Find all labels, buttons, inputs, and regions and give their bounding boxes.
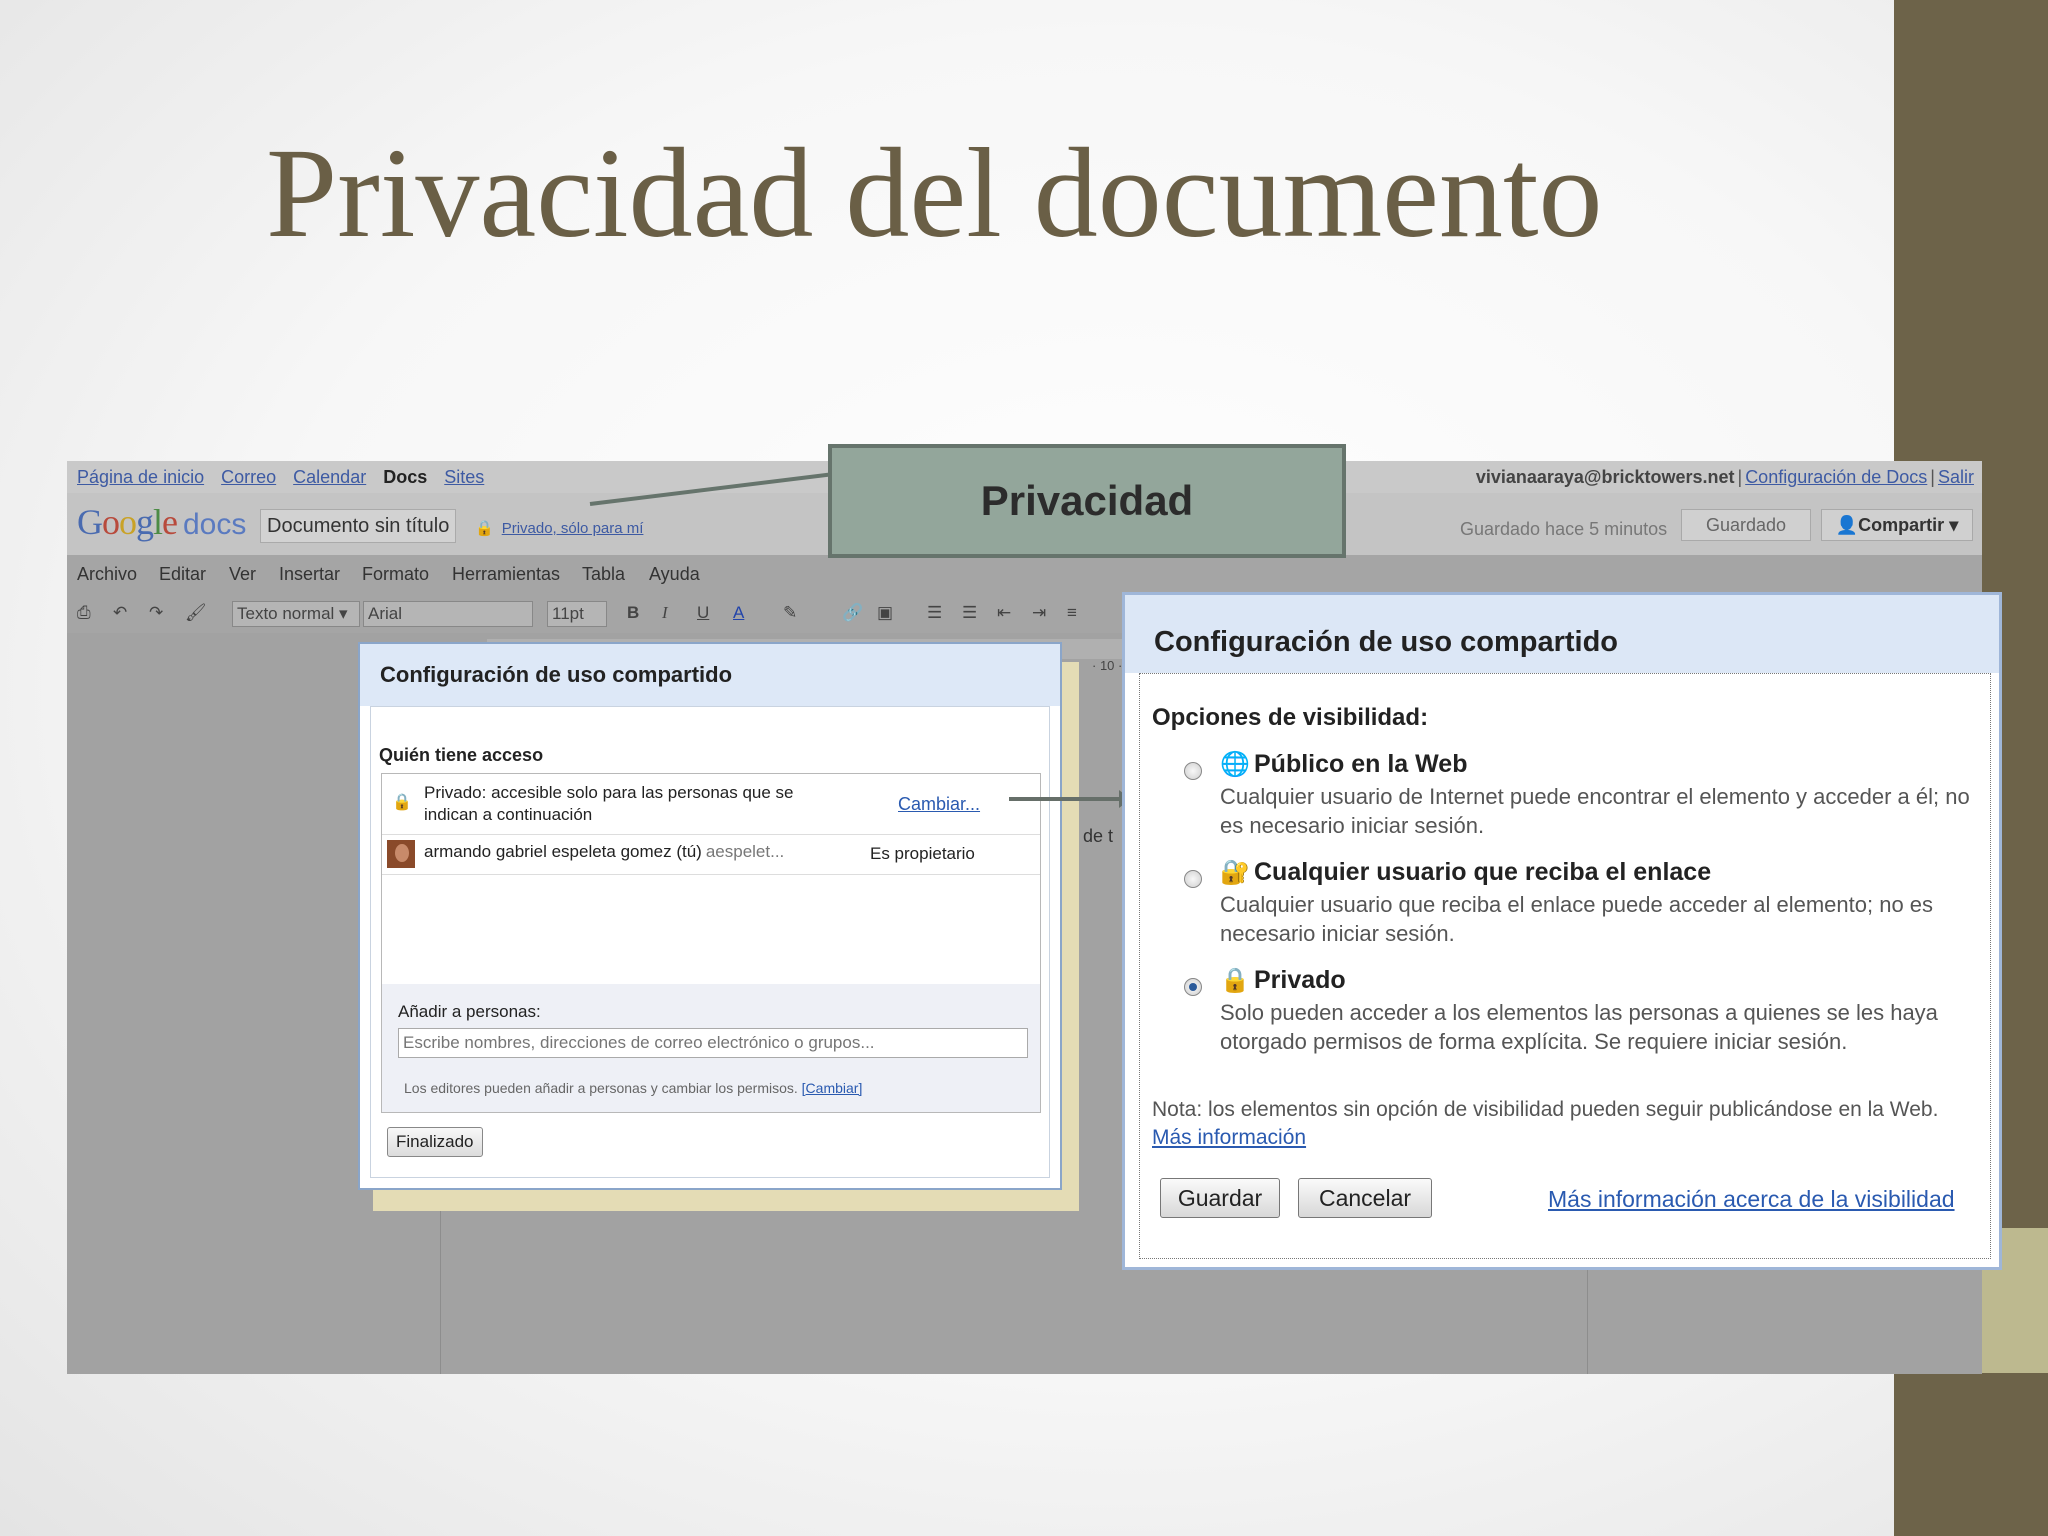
logout-link[interactable]: Salir xyxy=(1938,467,1974,487)
menu-archivo[interactable]: Archivo xyxy=(77,555,137,593)
add-people-input[interactable] xyxy=(398,1028,1028,1058)
editors-note: Los editores pueden añadir a personas y … xyxy=(404,1080,863,1096)
option-description: Solo pueden acceder a los elementos las … xyxy=(1220,1000,1938,1054)
bullet-list-icon[interactable]: ☰ xyxy=(962,601,977,625)
font-select[interactable]: Arial xyxy=(363,601,533,627)
menu-formato[interactable]: Formato xyxy=(362,555,429,593)
menu-herramientas[interactable]: Herramientas xyxy=(452,555,560,593)
menu-ayuda[interactable]: Ayuda xyxy=(649,555,700,593)
visibility-dialog-body: Opciones de visibilidad: 🌐 Público en la… xyxy=(1139,673,1991,1259)
visibility-options-label: Opciones de visibilidad: xyxy=(1152,704,1429,731)
nav-sites-link[interactable]: Sites xyxy=(444,467,484,487)
align-left-icon[interactable]: ≡ xyxy=(1067,601,1077,625)
arrow-pointer xyxy=(1009,790,1131,808)
save-button[interactable]: Guardar xyxy=(1160,1178,1280,1218)
docs-settings-link[interactable]: Configuración de Docs xyxy=(1745,467,1927,487)
add-people-label: Añadir a personas: xyxy=(398,1002,541,1021)
menu-ver[interactable]: Ver xyxy=(229,555,256,593)
decrease-indent-icon[interactable]: ⇤ xyxy=(997,601,1011,625)
globe-icon: 🌐 xyxy=(1220,751,1250,778)
radio-anyone-with-link[interactable] xyxy=(1184,870,1202,888)
document-text-peek: de t xyxy=(1083,826,1114,846)
option-title: Cualquier usuario que reciba el enlace xyxy=(1254,858,1712,886)
text-color-button[interactable]: A xyxy=(733,601,744,625)
menu-insertar[interactable]: Insertar xyxy=(279,555,340,593)
lock-icon: 🔒 xyxy=(475,520,494,537)
share-settings-dialog: Configuración de uso compartido Quién ti… xyxy=(358,642,1062,1190)
more-info-link[interactable]: Más información xyxy=(1152,1126,1306,1149)
nav-mail-link[interactable]: Correo xyxy=(221,467,276,487)
ruler-number: · 10 · xyxy=(1092,658,1123,673)
radio-private[interactable] xyxy=(1184,978,1202,996)
highlight-icon[interactable]: ✎ xyxy=(783,601,797,625)
nav-calendar-link[interactable]: Calendar xyxy=(293,467,366,487)
menu-bar: Archivo Editar Ver Insertar Formato Herr… xyxy=(67,555,1982,593)
option-description: Cualquier usuario que reciba el enlace p… xyxy=(1220,892,1934,946)
size-select[interactable]: 11pt xyxy=(547,601,607,627)
owner-name: armando gabriel espeleta gomez (tú) aespe… xyxy=(424,842,785,861)
numbered-list-icon[interactable]: ☰ xyxy=(927,601,942,625)
radio-public-web[interactable] xyxy=(1184,762,1202,780)
more-visibility-info-link[interactable]: Más información acerca de la visibilidad xyxy=(1548,1186,1955,1213)
privacy-callout: Privacidad xyxy=(828,444,1346,558)
share-person-icon: 👤 xyxy=(1835,515,1859,535)
change-privacy-link[interactable]: Cambiar... xyxy=(898,794,980,815)
nav-home-link[interactable]: Página de inicio xyxy=(77,467,204,487)
visibility-note: Nota: los elementos sin opción de visibi… xyxy=(1152,1098,1939,1149)
who-has-access-label: Quién tiene acceso xyxy=(379,745,544,765)
access-row-privacy: 🔒 Privado: accesible solo para las perso… xyxy=(382,774,1040,835)
dialog-body: Quién tiene acceso 🔒 Privado: accesible … xyxy=(370,706,1050,1178)
bold-button[interactable]: B xyxy=(627,601,639,625)
google-docs-logo: Google docs xyxy=(77,502,247,542)
link-icon[interactable]: 🔗 xyxy=(842,601,863,625)
menu-tabla[interactable]: Tabla xyxy=(582,555,625,593)
dialog-title: Configuración de uso compartido xyxy=(360,644,1060,706)
visibility-dialog: Configuración de uso compartido Opciones… xyxy=(1122,592,2002,1270)
visibility-dialog-title: Configuración de uso compartido xyxy=(1125,595,1999,673)
owner-role: Es propietario xyxy=(870,844,975,863)
privacy-link[interactable]: 🔒 Privado, sólo para mí xyxy=(475,519,643,537)
option-description: Cualquier usuario de Internet puede enco… xyxy=(1220,784,1970,838)
owner-email: aespelet... xyxy=(705,842,785,861)
option-title: Público en la Web xyxy=(1254,750,1468,778)
undo-icon[interactable]: ↶ xyxy=(113,601,127,625)
access-list: 🔒 Privado: accesible solo para las perso… xyxy=(381,773,1041,1113)
google-nav: Página de inicio Correo Calendar Docs Si… xyxy=(77,461,496,493)
avatar xyxy=(387,840,415,868)
account-email: vivianaaraya@bricktowers.net xyxy=(1475,467,1735,487)
lock-icon: 🔒 xyxy=(1220,967,1250,994)
lock-icon: 🔒 xyxy=(392,794,412,811)
add-people-section: Añadir a personas: Los editores pueden a… xyxy=(382,984,1040,1112)
redo-icon[interactable]: ↷ xyxy=(149,601,163,625)
account-area: vivianaaraya@bricktowers.net | Configuraci… xyxy=(1475,467,1974,487)
link-lock-icon: 🔐 xyxy=(1220,859,1250,886)
editors-change-link[interactable]: [Cambiar] xyxy=(802,1080,863,1096)
italic-button[interactable]: I xyxy=(662,601,668,625)
nav-docs-current: Docs xyxy=(383,467,428,487)
print-icon[interactable]: ⎙ xyxy=(77,601,91,625)
slide-title: Privacidad del documento xyxy=(266,122,1603,264)
paint-format-icon[interactable]: 🖌 xyxy=(185,601,207,625)
image-icon[interactable]: ▣ xyxy=(877,601,893,625)
menu-editar[interactable]: Editar xyxy=(159,555,206,593)
saved-status: Guardado hace 5 minutos xyxy=(1460,519,1668,539)
style-select[interactable]: Texto normal ▾ xyxy=(232,601,360,627)
increase-indent-icon[interactable]: ⇥ xyxy=(1032,601,1046,625)
share-button[interactable]: 👤Compartir ▾ xyxy=(1821,509,1973,541)
document-title[interactable]: Documento sin título xyxy=(260,509,457,543)
cancel-button[interactable]: Cancelar xyxy=(1298,1178,1432,1218)
privacy-description: Privado: accesible solo para las persona… xyxy=(424,783,794,824)
underline-button[interactable]: U xyxy=(697,601,709,625)
saved-button[interactable]: Guardado xyxy=(1681,509,1811,541)
done-button[interactable]: Finalizado xyxy=(387,1127,483,1157)
option-title: Privado xyxy=(1254,966,1346,994)
access-row-owner: armando gabriel espeleta gomez (tú) aespe… xyxy=(382,834,1040,875)
